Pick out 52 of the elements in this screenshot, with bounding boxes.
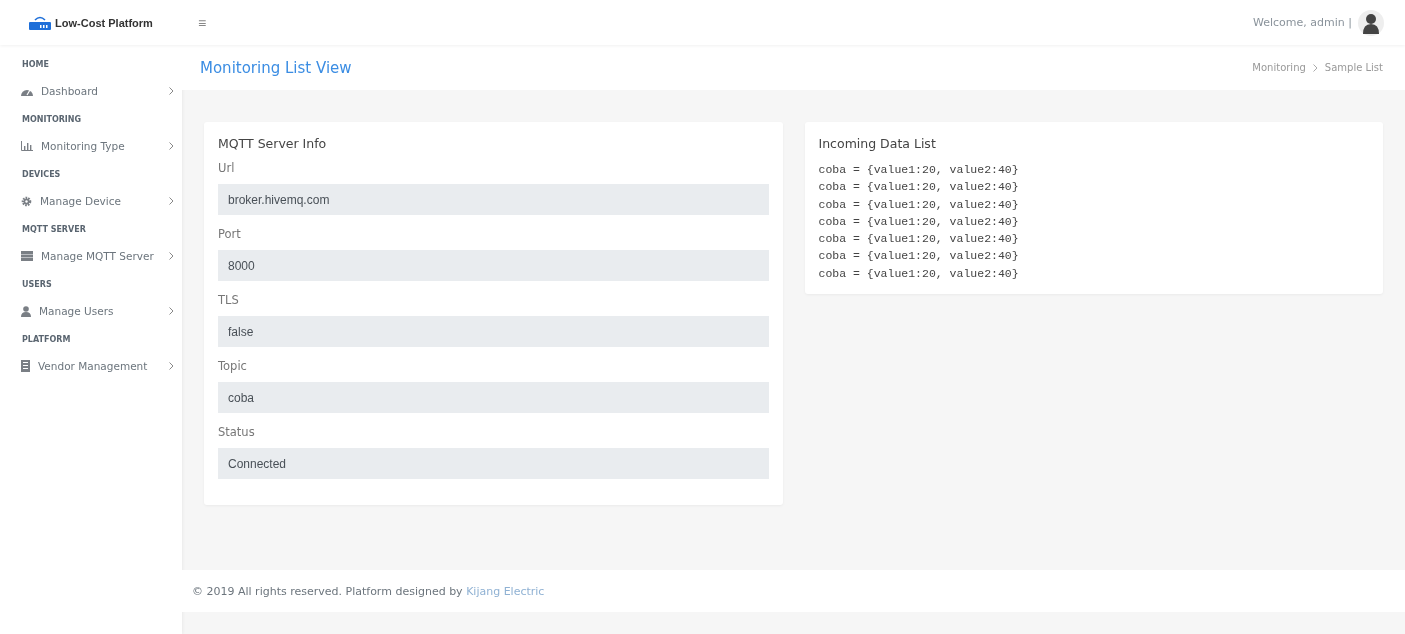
bar-chart-icon — [21, 141, 33, 151]
welcome-text: Welcome, admin | — [1253, 16, 1352, 29]
chevron-icon — [169, 197, 174, 205]
user-icon — [21, 305, 31, 317]
data-line: coba = {value1:20, value2:40} — [818, 265, 1020, 282]
building-icon — [21, 360, 30, 372]
menu-toggle-button[interactable]: ≡ — [194, 14, 211, 31]
sidebar-section-header: USERS — [21, 279, 53, 291]
field-label: TLS — [218, 293, 240, 307]
sidebar-section-header: MONITORING — [21, 114, 83, 126]
chevron-icon — [169, 307, 174, 315]
card-title: MQTT Server Info — [218, 136, 328, 151]
card-title: Incoming Data List — [818, 136, 937, 151]
sidebar-section-header: PLATFORM — [21, 334, 72, 346]
input-field[interactable]: false — [218, 316, 769, 347]
field-label: Topic — [218, 359, 248, 373]
input-field[interactable]: coba — [218, 382, 769, 413]
field-label: Status — [218, 425, 256, 439]
chevron-icon — [169, 362, 174, 370]
field-label: Port — [218, 227, 242, 241]
data-line: coba = {value1:20, value2:40} — [818, 248, 1020, 265]
data-line: coba = {value1:20, value2:40} — [818, 231, 1020, 248]
sidebar-item[interactable]: Manage MQTT Server — [0, 244, 182, 275]
data-line: coba = {value1:20, value2:40} — [818, 196, 1020, 213]
gear-icon — [21, 195, 32, 207]
sidebar-section-header: MQTT SERVER — [21, 224, 87, 236]
data-line: coba = {value1:20, value2:40} — [818, 179, 1020, 196]
input-field[interactable]: 8000 — [218, 250, 769, 281]
page-title: Monitoring List View — [200, 58, 352, 77]
sidebar-section-header: DEVICES — [21, 169, 62, 181]
avatar-icon[interactable] — [1358, 9, 1384, 36]
data-line: coba = {value1:20, value2:40} — [818, 213, 1020, 230]
sidebar-section-header: HOME — [21, 59, 50, 71]
chevron-icon — [1312, 63, 1318, 72]
router-logo-icon — [29, 15, 52, 30]
field-label: Url — [218, 161, 236, 175]
sidebar-item[interactable]: Manage Device — [0, 189, 182, 220]
server-icon — [21, 251, 33, 261]
chevron-icon — [169, 87, 174, 95]
breadcrumb-link[interactable]: Sample List — [1324, 62, 1383, 73]
input-field[interactable]: Connected — [218, 448, 769, 479]
sidebar-item[interactable]: Vendor Management — [0, 354, 182, 385]
chevron-icon — [169, 252, 174, 260]
brand-title: Low-Cost Platform — [55, 16, 153, 29]
copyright-text: © 2019 All rights reserved. Platform designed by Kijang Electric — [192, 584, 545, 598]
chevron-icon — [169, 142, 174, 150]
sidebar-item[interactable]: Dashboard — [0, 79, 182, 110]
input-field[interactable]: broker.hivemq.com — [218, 184, 769, 215]
sidebar-item[interactable]: Monitoring Type — [0, 134, 182, 165]
data-line: coba = {value1:20, value2:40} — [818, 162, 1020, 178]
breadcrumb-link[interactable]: Monitoring — [1252, 62, 1306, 73]
sidebar-item[interactable]: Manage Users — [0, 299, 182, 330]
